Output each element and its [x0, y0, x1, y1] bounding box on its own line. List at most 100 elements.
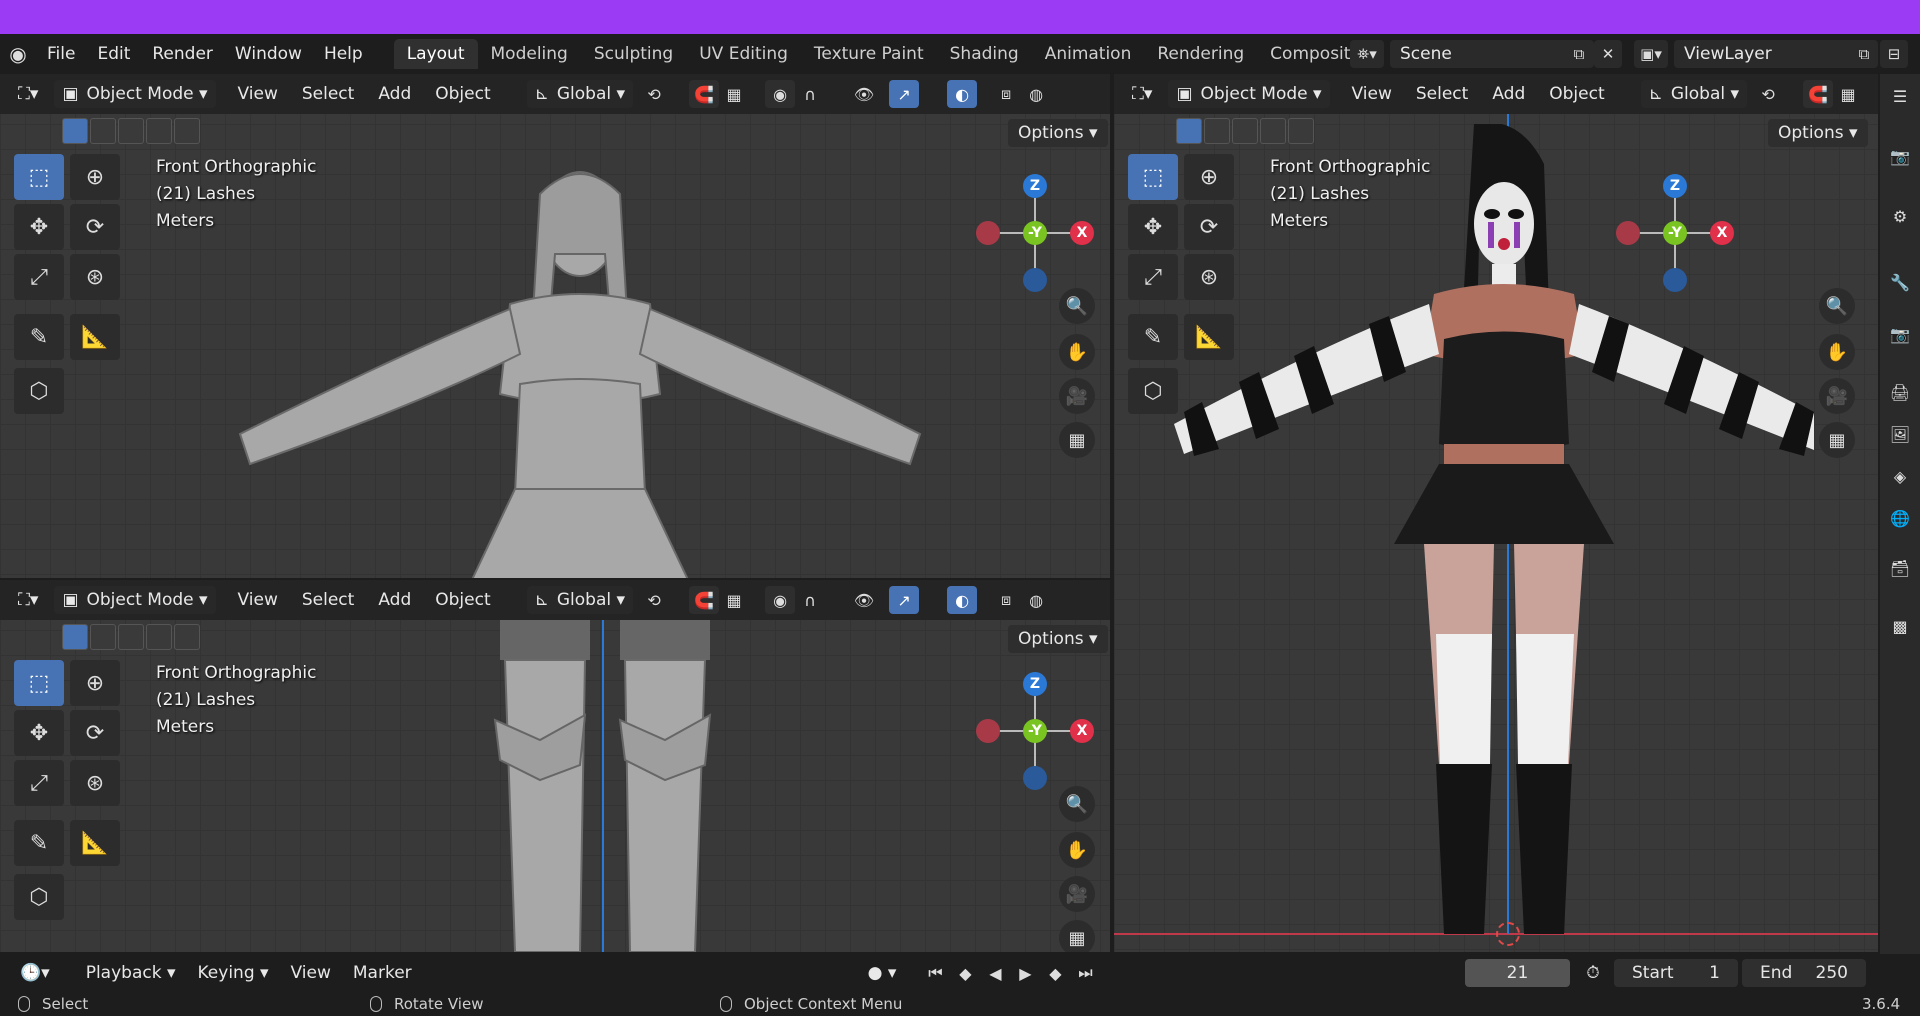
annotate-tool-icon[interactable]: ✎ [1128, 314, 1178, 360]
texture-icon[interactable]: ▩ [1888, 614, 1912, 638]
gizmo-neg-x-axis[interactable] [976, 221, 1000, 245]
jump-end-icon[interactable]: ⏭ [1070, 959, 1100, 987]
view-layer-field[interactable]: ViewLayer [1674, 40, 1858, 68]
blender-logo-icon[interactable]: ◉ [0, 34, 36, 74]
select-box-tool-icon[interactable]: ⬚ [14, 660, 64, 706]
select-subtract-icon[interactable] [118, 624, 144, 650]
tab-sculpting[interactable]: Sculpting [581, 39, 686, 69]
viewport-bottom-left[interactable]: ⛶▾ ▣ Object Mode ▾ View Select Add Object… [0, 580, 1110, 952]
zoom-icon[interactable]: 🔍 [1819, 288, 1855, 324]
viewport-right[interactable]: ⛶▾ ▣ Object Mode ▾ View Select Add Object… [1114, 74, 1878, 952]
navigation-gizmo[interactable]: Z -Y X [1616, 174, 1734, 294]
overlay-toggle-icon[interactable]: ◐ [947, 586, 978, 614]
marker-menu[interactable]: Marker [345, 959, 420, 987]
object-menu[interactable]: Object [1541, 80, 1612, 108]
menu-render[interactable]: Render [141, 34, 224, 74]
select-menu[interactable]: Select [294, 586, 362, 614]
visibility-icon[interactable]: 👁 [849, 586, 879, 614]
move-tool-icon[interactable]: ✥ [1128, 204, 1178, 250]
proportional-edit-icon[interactable]: ◉ [765, 586, 796, 614]
rotate-tool-icon[interactable]: ⟳ [70, 710, 120, 756]
gizmo-neg-y-axis[interactable]: -Y [1663, 221, 1687, 245]
delete-scene-icon[interactable]: ✕ [1594, 40, 1622, 68]
view-menu[interactable]: View [283, 959, 339, 987]
gizmo-toggle-icon[interactable]: ↗ [889, 80, 920, 108]
add-menu[interactable]: Add [370, 586, 419, 614]
view-menu[interactable]: View [230, 586, 286, 614]
select-intersect-icon[interactable] [174, 118, 200, 144]
current-frame-field[interactable]: 21 [1465, 959, 1570, 987]
tool-settings-icon[interactable]: ⚙ [1888, 204, 1912, 228]
zoom-icon[interactable]: 🔍 [1059, 288, 1095, 324]
select-menu[interactable]: Select [294, 80, 362, 108]
tab-shading[interactable]: Shading [937, 39, 1032, 69]
xray-icon[interactable]: ⧈ [991, 586, 1021, 614]
annotate-tool-icon[interactable]: ✎ [14, 820, 64, 866]
camera-icon[interactable]: 📷 [1888, 144, 1912, 168]
select-invert-icon[interactable] [146, 118, 172, 144]
add-cube-tool-icon[interactable]: ⬡ [14, 368, 64, 414]
wrench-icon[interactable]: 🔧 [1888, 270, 1912, 294]
collection-icon[interactable]: 🗃 [1888, 556, 1912, 580]
mode-dropdown[interactable]: ▣ Object Mode ▾ [1168, 80, 1330, 108]
shading-wireframe-icon[interactable]: ◍ [1021, 80, 1051, 108]
pivot-icon[interactable]: ⟲ [1753, 80, 1783, 108]
select-subtract-icon[interactable] [118, 118, 144, 144]
gizmo-z-axis[interactable]: Z [1663, 174, 1687, 198]
scene-field[interactable]: Scene 📌 [1390, 40, 1594, 68]
timeline-editor-icon[interactable]: 🕒▾ [12, 959, 58, 987]
measure-tool-icon[interactable]: 📐 [70, 314, 120, 360]
tab-modeling[interactable]: Modeling [478, 39, 581, 69]
select-new-icon[interactable] [62, 118, 88, 144]
keying-menu[interactable]: Keying ▾ [190, 959, 277, 987]
tab-rendering[interactable]: Rendering [1144, 39, 1257, 69]
menu-edit[interactable]: Edit [86, 34, 141, 74]
start-frame-field[interactable]: Start 1 [1614, 959, 1738, 987]
menu-help[interactable]: Help [313, 34, 374, 74]
gizmo-neg-z-axis[interactable] [1023, 268, 1047, 292]
stopwatch-icon[interactable]: ⏱ [1578, 959, 1608, 987]
ortho-grid-icon[interactable]: ▦ [1059, 422, 1095, 458]
character-model-grey[interactable] [220, 134, 940, 578]
new-scene-icon[interactable]: ⧉ [1565, 40, 1593, 68]
cursor-tool-icon[interactable]: ⊕ [70, 154, 120, 200]
gizmo-toggle-icon[interactable]: ↗ [889, 586, 920, 614]
orientation-dropdown[interactable]: ⊾ Global ▾ [526, 80, 634, 108]
select-box-tool-icon[interactable]: ⬚ [1128, 154, 1178, 200]
tab-animation[interactable]: Animation [1032, 39, 1145, 69]
options-dropdown[interactable]: Options ▾ [1008, 119, 1108, 147]
view-menu[interactable]: View [230, 80, 286, 108]
navigation-gizmo[interactable]: Z -Y X [976, 174, 1094, 294]
tab-texture-paint[interactable]: Texture Paint [801, 39, 937, 69]
play-icon[interactable]: ▶ [1010, 959, 1040, 987]
view-layer-icon[interactable]: ▣▾ [1634, 40, 1668, 68]
snap-grid-icon[interactable]: ▦ [719, 586, 749, 614]
select-invert-icon[interactable] [146, 624, 172, 650]
outliner-icon[interactable]: ☰ [1888, 84, 1912, 108]
navigation-gizmo[interactable]: Z -Y X [976, 672, 1094, 792]
object-menu[interactable]: Object [427, 80, 498, 108]
move-tool-icon[interactable]: ✥ [14, 204, 64, 250]
select-intersect-icon[interactable] [174, 624, 200, 650]
jump-start-icon[interactable]: ⏮ [920, 959, 950, 987]
scale-tool-icon[interactable]: ⤢ [14, 760, 64, 806]
gizmo-neg-z-axis[interactable] [1023, 766, 1047, 790]
camera-view-icon[interactable]: 🎥 [1819, 378, 1855, 414]
prev-keyframe-icon[interactable]: ◆ [950, 959, 980, 987]
camera-view-icon[interactable]: 🎥 [1059, 378, 1095, 414]
select-menu[interactable]: Select [1408, 80, 1476, 108]
end-frame-field[interactable]: End 250 [1742, 959, 1866, 987]
editor-type-icon[interactable]: ⛶▾ [1124, 80, 1160, 108]
ortho-grid-icon[interactable]: ▦ [1059, 920, 1095, 952]
add-menu[interactable]: Add [370, 80, 419, 108]
visibility-icon[interactable]: 👁 [849, 80, 879, 108]
scene-selector-icon[interactable]: ⛯▾ [1350, 40, 1384, 68]
pan-hand-icon[interactable]: ✋ [1819, 334, 1855, 370]
gizmo-neg-y-axis[interactable]: -Y [1023, 719, 1047, 743]
snap-icon[interactable]: 🧲 [1803, 80, 1834, 108]
move-tool-icon[interactable]: ✥ [14, 710, 64, 756]
add-menu[interactable]: Add [1484, 80, 1533, 108]
gizmo-z-axis[interactable]: Z [1023, 672, 1047, 696]
gizmo-neg-z-axis[interactable] [1663, 268, 1687, 292]
view-menu[interactable]: View [1344, 80, 1400, 108]
